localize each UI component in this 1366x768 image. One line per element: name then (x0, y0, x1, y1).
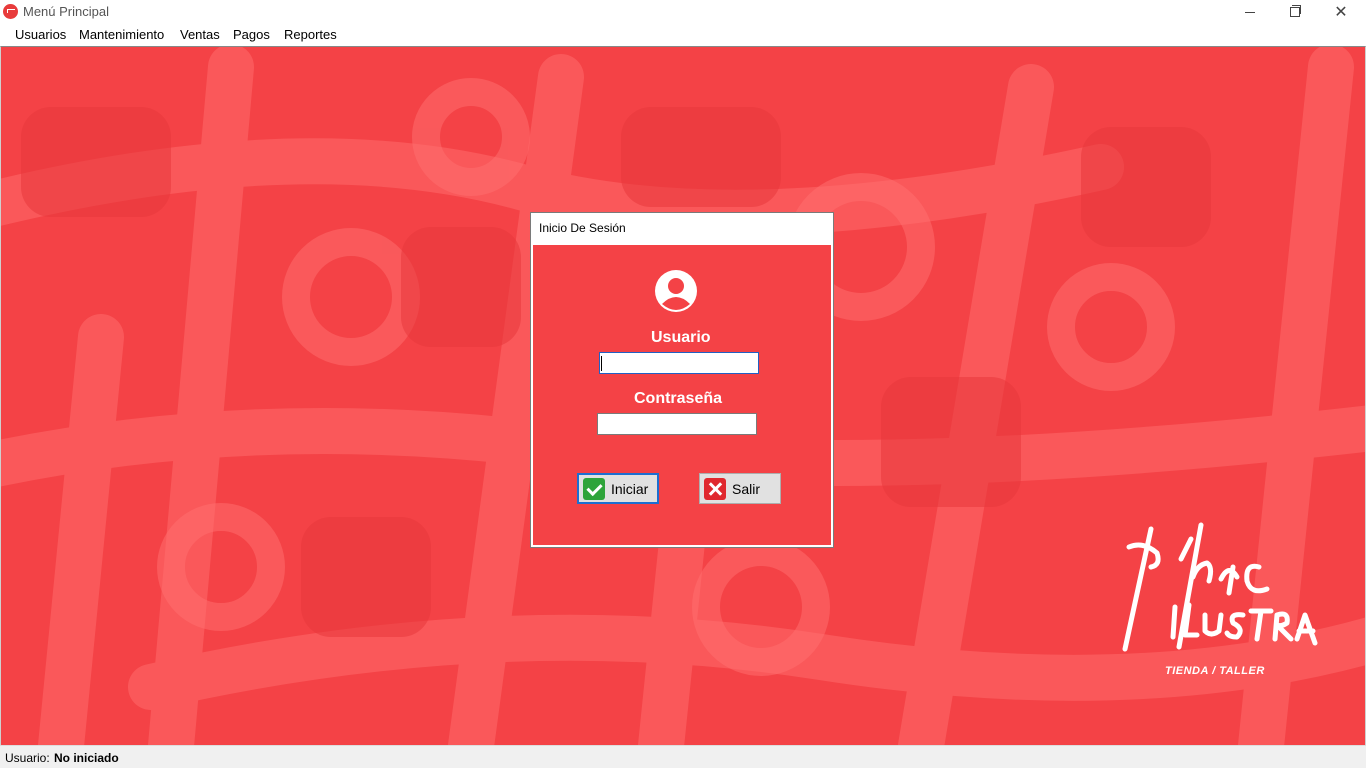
brand-logo-mark (1122, 522, 1318, 652)
close-icon: ✕ (1334, 4, 1348, 21)
menu-usuarios[interactable]: Usuarios (15, 27, 66, 42)
maximize-button[interactable] (1272, 0, 1318, 24)
menu-bar: Usuarios Mantenimiento Ventas Pagos Repo… (0, 24, 1366, 46)
menu-pagos[interactable]: Pagos (233, 27, 270, 42)
username-input[interactable] (599, 352, 759, 374)
menu-reportes[interactable]: Reportes (284, 27, 337, 42)
close-x-icon (704, 477, 726, 500)
window-title: Menú Principal (23, 4, 109, 19)
title-bar: Menú Principal ✕ (0, 0, 1366, 24)
exit-button[interactable]: Salir (699, 473, 781, 504)
minimize-icon (1245, 11, 1255, 13)
check-icon (583, 477, 605, 500)
text-caret (601, 356, 602, 371)
maximize-icon (1290, 5, 1301, 17)
login-dialog: Inicio De Sesión Usuario Contraseña Inic… (530, 212, 834, 548)
close-button[interactable]: ✕ (1318, 0, 1364, 24)
menu-mantenimiento[interactable]: Mantenimiento (79, 27, 164, 42)
status-user-value: No iniciado (54, 751, 119, 765)
menu-ventas[interactable]: Ventas (180, 27, 220, 42)
minimize-button[interactable] (1227, 0, 1273, 24)
password-label: Contraseña (634, 390, 723, 407)
status-bar: Usuario: No iniciado (0, 745, 1366, 768)
dialog-title: Inicio De Sesión (539, 221, 626, 235)
brand-logo: TIENDA / TALLER (1121, 519, 1321, 689)
app-logo-icon (3, 4, 18, 19)
brand-tagline: TIENDA / TALLER (1165, 665, 1265, 677)
dialog-body: Usuario Contraseña Iniciar Salir (533, 245, 831, 545)
login-button[interactable]: Iniciar (577, 473, 659, 504)
username-label: Usuario (651, 329, 711, 346)
login-button-label: Iniciar (611, 480, 649, 497)
password-input[interactable] (597, 413, 757, 435)
exit-button-label: Salir (732, 480, 761, 497)
status-user-label: Usuario: (5, 751, 50, 765)
user-avatar-icon (655, 270, 697, 312)
